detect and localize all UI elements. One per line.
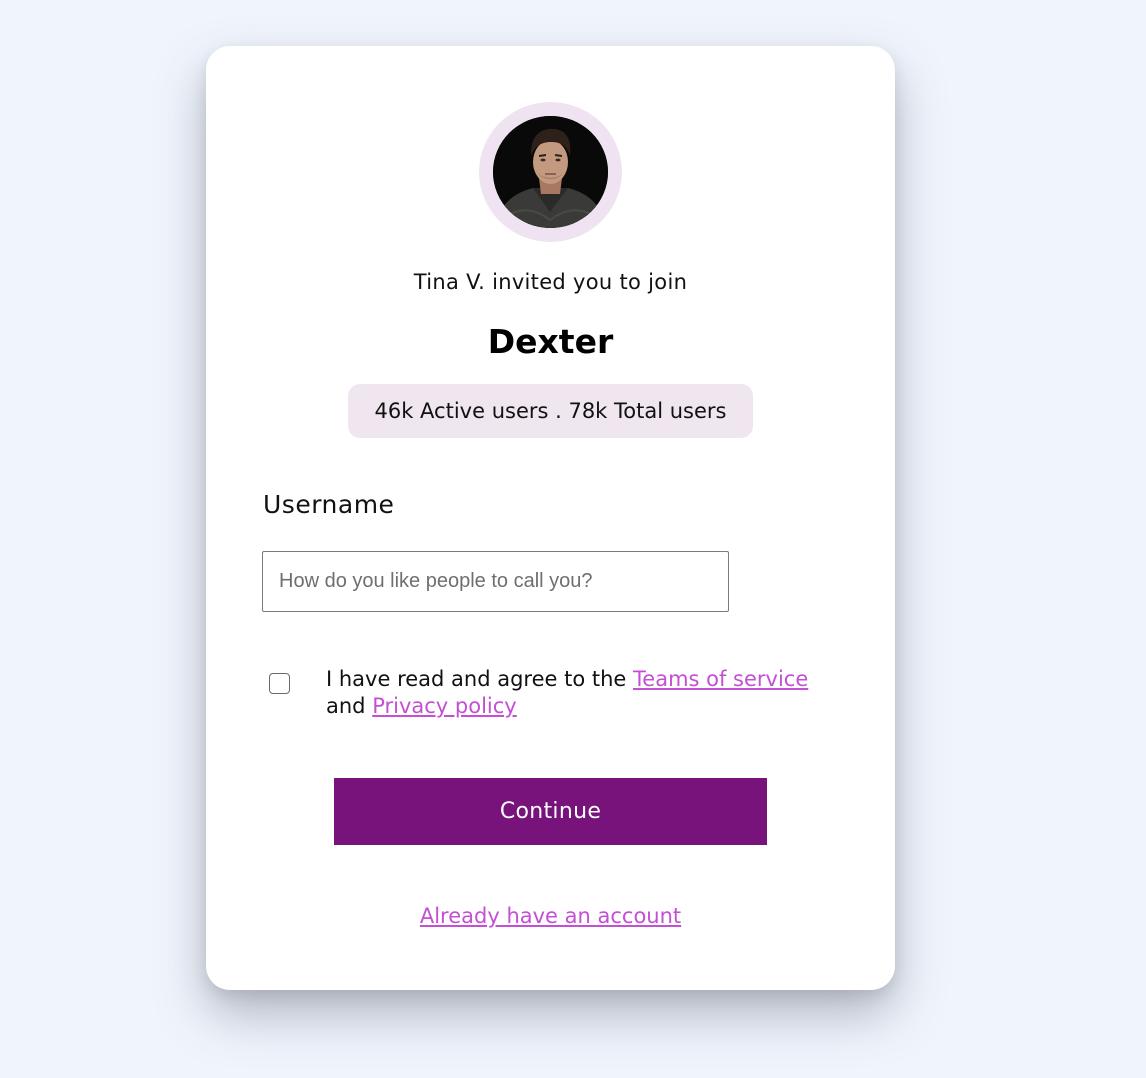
user-stats-badge: 46k Active users . 78k Total users [348, 384, 753, 438]
avatar-ring [479, 102, 622, 242]
username-input[interactable] [262, 551, 729, 612]
already-have-account-link[interactable]: Already have an account [420, 904, 681, 928]
continue-button[interactable]: Continue [334, 778, 767, 845]
invite-card: Tina V. invited you to join Dexter 46k A… [206, 46, 895, 990]
account-link-row: Already have an account [206, 904, 895, 928]
agree-checkbox[interactable] [269, 673, 290, 694]
invite-message: Tina V. invited you to join [413, 270, 688, 294]
privacy-policy-link[interactable]: Privacy policy [372, 694, 517, 718]
agree-prefix: I have read and agree to the [326, 667, 634, 691]
agree-middle: and [326, 694, 373, 718]
username-label: Username [263, 490, 395, 519]
agree-text: I have read and agree to the Teams of se… [326, 666, 846, 720]
terms-of-service-link[interactable]: Teams of service [633, 667, 808, 691]
profile-photo-icon [493, 116, 608, 228]
team-name: Dexter [487, 322, 614, 361]
avatar [493, 116, 608, 228]
